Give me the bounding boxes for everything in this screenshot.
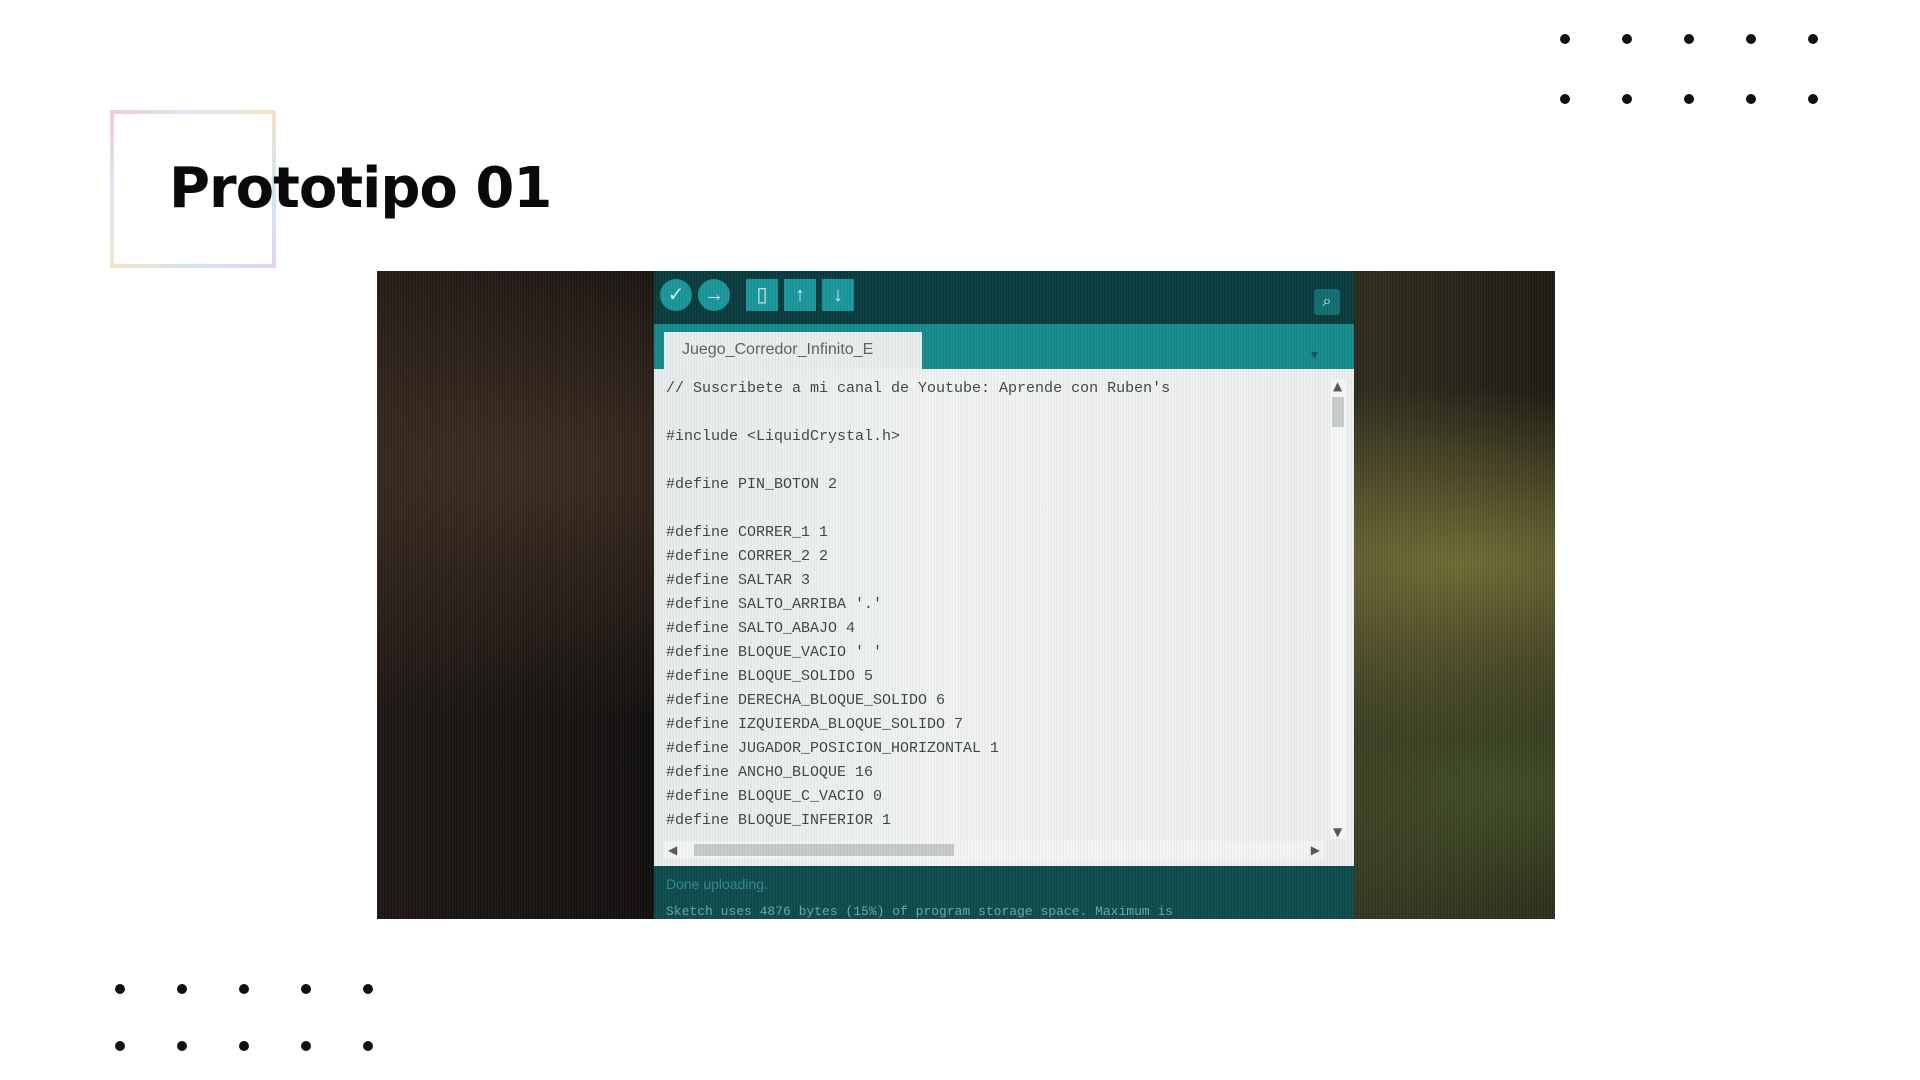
ide-tab-bar: Juego_Corredor_Infinito_E ▾ (654, 324, 1354, 369)
dot-grid-top-right (1560, 34, 1820, 104)
code-line: #define BLOQUE_SOLIDO 5 (666, 668, 874, 685)
dot-grid-bottom-left (115, 984, 375, 1054)
code-line: #define ANCHO_BLOQUE 16 (666, 764, 874, 781)
verify-icon[interactable]: ✓ (660, 279, 692, 311)
code-line: #define SALTO_ARRIBA '.' (666, 596, 883, 613)
tab-menu-icon[interactable]: ▾ (1311, 346, 1318, 363)
code-line: #define PIN_BOTON 2 (666, 476, 838, 493)
page-title: Prototipo 01 (169, 156, 552, 221)
tab-sketch[interactable]: Juego_Corredor_Infinito_E (664, 332, 922, 369)
upload-icon[interactable]: → (698, 279, 730, 311)
scroll-left-icon[interactable]: ◀ (668, 843, 677, 857)
scroll-down-icon[interactable]: ▼ (1333, 825, 1342, 839)
code-line: #define SALTO_ABAJO 4 (666, 620, 856, 637)
vertical-scroll-thumb[interactable] (1332, 397, 1344, 427)
arduino-ide-window: ✓ → ▯ ↑ ↓ ⌕ Juego_Corredor_Infinito_E ▾ … (654, 271, 1354, 919)
code-line: #define DERECHA_BLOQUE_SOLIDO 6 (666, 692, 946, 709)
scroll-up-icon[interactable]: ▲ (1333, 379, 1342, 393)
code-line: #define JUGADOR_POSICION_HORIZONTAL 1 (666, 740, 1000, 757)
code-line: #define SALTAR 3 (666, 572, 811, 589)
code-line: #define BLOQUE_INFERIOR 1 (666, 812, 892, 829)
ide-toolbar: ✓ → ▯ ↑ ↓ ⌕ (654, 271, 1354, 324)
code-line: #define CORRER_2 2 (666, 548, 829, 565)
vertical-scrollbar[interactable]: ▲ ▼ (1330, 379, 1346, 839)
horizontal-scroll-thumb[interactable] (694, 844, 954, 856)
code-line: #define BLOQUE_C_VACIO 0 (666, 788, 883, 805)
console-output: Sketch uses 4876 bytes (15%) of program … (666, 904, 1174, 919)
screen-photo: ✓ → ▯ ↑ ↓ ⌕ Juego_Corredor_Infinito_E ▾ … (377, 271, 1555, 919)
code-area[interactable]: // Suscribete a mi canal de Youtube: Apr… (666, 377, 1326, 833)
open-icon[interactable]: ↑ (784, 279, 816, 311)
code-line: // Suscribete a mi canal de Youtube: Apr… (666, 380, 1171, 397)
status-message: Done uploading. (666, 876, 768, 892)
code-line: #define IZQUIERDA_BLOQUE_SOLIDO 7 (666, 716, 964, 733)
code-editor[interactable]: // Suscribete a mi canal de Youtube: Apr… (654, 369, 1354, 866)
serial-monitor-icon[interactable]: ⌕ (1314, 289, 1340, 315)
code-line: #define BLOQUE_VACIO ' ' (666, 644, 883, 661)
horizontal-scrollbar[interactable]: ◀ ▶ (664, 841, 1324, 859)
status-bar: Done uploading. Sketch uses 4876 bytes (… (654, 866, 1354, 919)
code-line: #include <LiquidCrystal.h> (666, 428, 901, 445)
code-line: #define CORRER_1 1 (666, 524, 829, 541)
scroll-right-icon[interactable]: ▶ (1311, 843, 1320, 857)
new-icon[interactable]: ▯ (746, 279, 778, 311)
save-icon[interactable]: ↓ (822, 279, 854, 311)
